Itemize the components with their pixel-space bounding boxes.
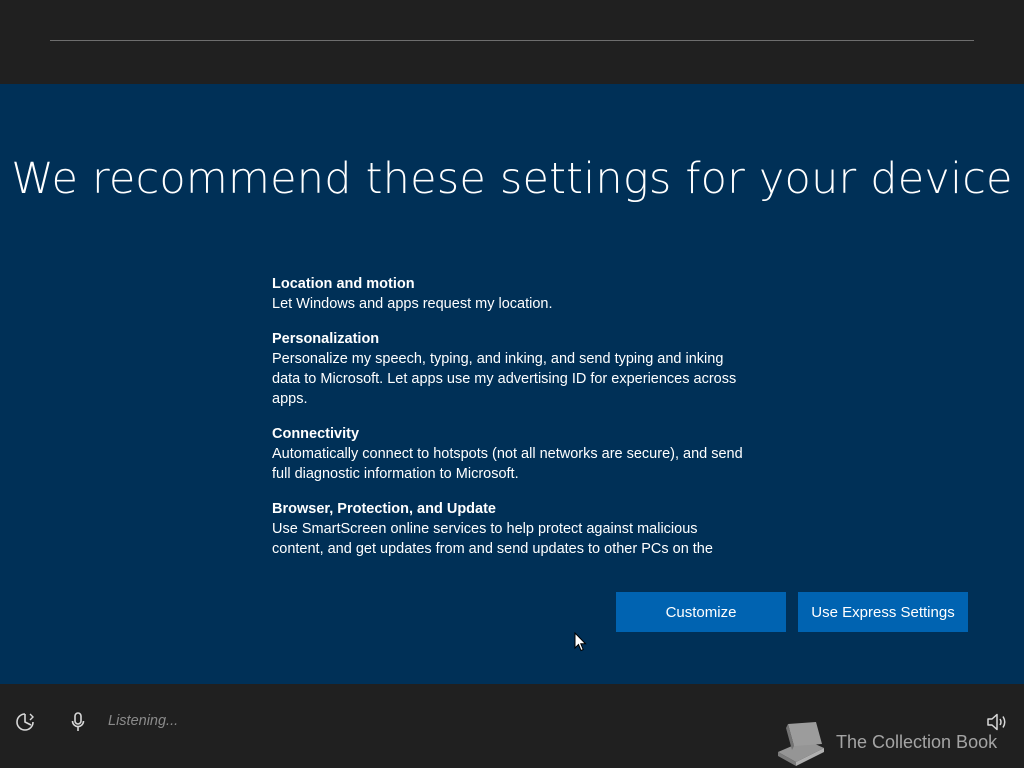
ease-of-access-icon[interactable] [14, 711, 36, 733]
microphone-icon[interactable] [70, 712, 86, 732]
settings-list[interactable]: Location and motion Let Windows and apps… [272, 274, 752, 562]
setting-description: Use SmartScreen online services to help … [272, 521, 713, 562]
setting-heading: Location and motion [272, 276, 415, 292]
progress-divider [50, 40, 974, 41]
listening-status: Listening... [108, 713, 179, 729]
setting-description: Let Windows and apps request my location… [272, 296, 553, 312]
page-title: We recommend these settings for your dev… [11, 154, 1013, 204]
oobe-main-panel: We recommend these settings for your dev… [0, 84, 1024, 684]
setting-heading: Browser, Protection, and Update [272, 501, 496, 517]
setting-personalization: Personalization Personalize my speech, t… [272, 329, 752, 409]
mouse-cursor-icon [574, 632, 587, 652]
setting-heading: Personalization [272, 331, 380, 347]
use-express-settings-button[interactable]: Use Express Settings [798, 592, 968, 632]
setting-connectivity: Connectivity Automatically connect to ho… [272, 424, 752, 484]
bottom-bar: Listening... The Collection Book [0, 684, 1024, 768]
book-icon [778, 722, 824, 766]
watermark-text: The Collection Book [836, 732, 998, 752]
setting-description: Automatically connect to hotspots (not a… [272, 446, 743, 482]
setting-location: Location and motion Let Windows and apps… [272, 274, 752, 314]
top-bar [0, 0, 1024, 84]
setting-heading: Connectivity [272, 426, 360, 442]
volume-icon[interactable] [986, 712, 1008, 732]
watermark: The Collection Book [772, 718, 1012, 768]
customize-button[interactable]: Customize [616, 592, 786, 632]
setting-description: Personalize my speech, typing, and inkin… [272, 351, 737, 407]
setting-browser-protection-update: Browser, Protection, and Update Use Smar… [272, 499, 752, 562]
